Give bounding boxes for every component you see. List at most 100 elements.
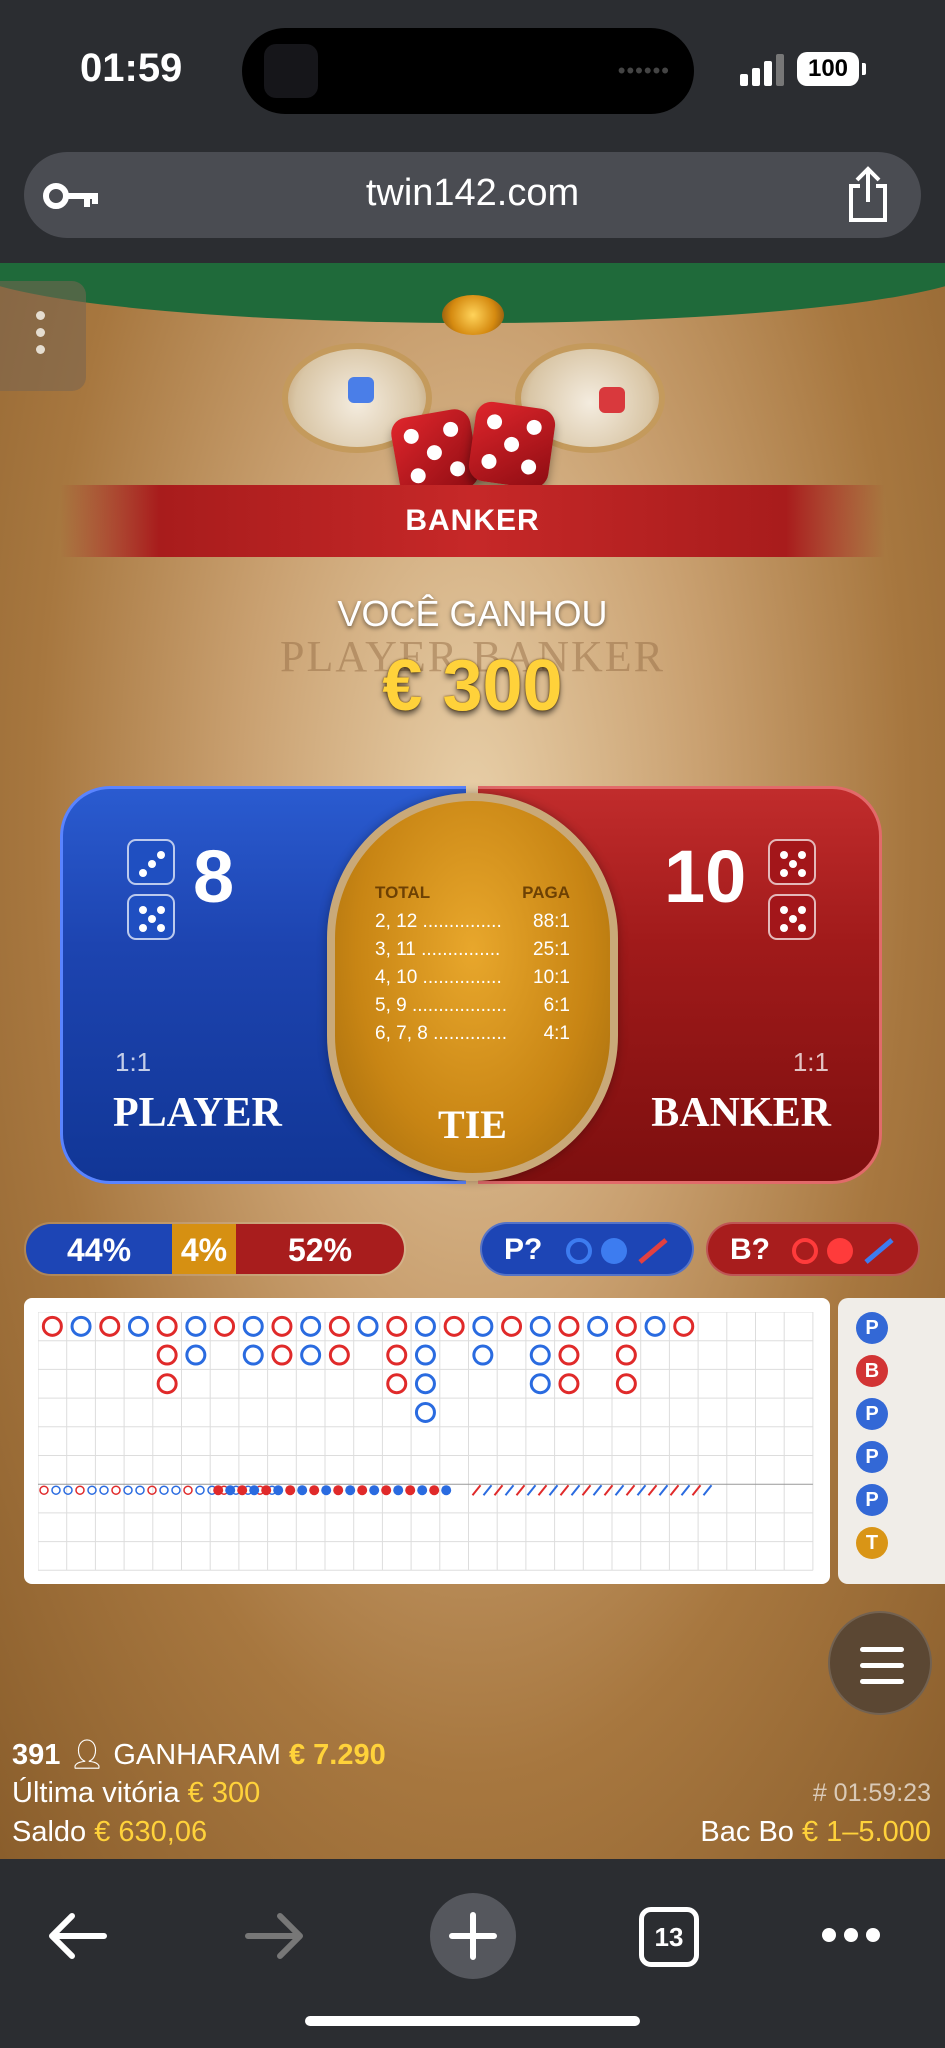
player-odds: 1:1 bbox=[115, 1047, 152, 1077]
more-vertical-icon[interactable] bbox=[36, 311, 46, 362]
tabs-button[interactable]: 13 bbox=[639, 1907, 699, 1967]
address-bar[interactable]: twin142.com bbox=[24, 152, 921, 238]
roadmap-mark bbox=[615, 1373, 637, 1395]
banker-score: 10 bbox=[664, 835, 747, 918]
dealer-lamp-icon bbox=[442, 295, 504, 335]
outcome-stats-bar: 44% 4% 52% bbox=[24, 1222, 406, 1276]
roadmap-mark bbox=[309, 1485, 320, 1496]
roadmap-mark bbox=[51, 1485, 61, 1495]
roadmap-mark bbox=[504, 1484, 515, 1496]
roadmap-mark bbox=[273, 1485, 284, 1496]
plus-icon bbox=[449, 1912, 497, 1960]
status-time: 01:59 bbox=[80, 46, 183, 90]
roadmap-mark bbox=[515, 1484, 526, 1496]
roadmap-mark bbox=[99, 1315, 121, 1337]
roadmap-mark bbox=[70, 1315, 92, 1337]
camera-icon bbox=[264, 44, 318, 98]
bead-road-item: B bbox=[856, 1355, 888, 1387]
roadmap-mark bbox=[548, 1484, 559, 1496]
roadmap-mark bbox=[603, 1484, 614, 1496]
roadmap-mark bbox=[501, 1315, 523, 1337]
tie-row-total: 3, 11 ............... bbox=[375, 939, 501, 960]
roadmap-mark bbox=[75, 1485, 85, 1495]
roadmap-mark bbox=[570, 1484, 581, 1496]
red-die-right-icon bbox=[466, 399, 558, 491]
roadmap-mark bbox=[87, 1485, 97, 1495]
bead-road-item: T bbox=[856, 1527, 888, 1559]
prediction-symbols-icon bbox=[792, 1238, 894, 1264]
roadmap-mark bbox=[285, 1485, 296, 1496]
tie-bet-area[interactable]: TOTAL PAGA 2, 12 ............... 88:1 3, … bbox=[327, 793, 618, 1181]
menu-button[interactable] bbox=[828, 1611, 932, 1715]
roadmap-mark bbox=[159, 1485, 169, 1495]
roadmap-mark bbox=[393, 1485, 404, 1496]
more-options-icon[interactable] bbox=[820, 1923, 882, 1947]
winners-label: GANHARAM bbox=[113, 1739, 281, 1771]
roadmap-mark bbox=[680, 1484, 691, 1496]
roadmap-mark bbox=[99, 1485, 109, 1495]
player-prediction-button[interactable]: P? bbox=[480, 1222, 694, 1276]
tie-label: TIE bbox=[438, 1102, 507, 1147]
side-menu-button[interactable] bbox=[0, 281, 86, 391]
tie-row: 3, 11 ............... 25:1 bbox=[375, 939, 570, 961]
roadmap-mark bbox=[414, 1401, 436, 1423]
browser-address-area: twin142.com bbox=[0, 140, 945, 263]
prediction-symbols-icon bbox=[566, 1238, 668, 1264]
forward-arrow-icon[interactable] bbox=[244, 1911, 306, 1961]
roadmap-mark bbox=[414, 1344, 436, 1366]
roadmap-mark bbox=[559, 1484, 570, 1496]
banker-prediction-button[interactable]: B? bbox=[706, 1222, 920, 1276]
win-title: VOCÊ GANHOU bbox=[337, 593, 608, 634]
roadmap-mark bbox=[214, 1315, 236, 1337]
back-arrow-icon[interactable] bbox=[46, 1911, 108, 1961]
player-percent: 44% bbox=[26, 1224, 172, 1274]
scoreboard-roadmap[interactable] bbox=[24, 1298, 830, 1584]
roadmap-mark bbox=[414, 1315, 436, 1337]
tie-row-total: 6, 7, 8 .............. bbox=[375, 1023, 507, 1044]
bead-road[interactable]: PBPPPT bbox=[838, 1298, 945, 1584]
roadmap-mark bbox=[381, 1485, 392, 1496]
island-dots-icon: •••••• bbox=[617, 58, 670, 83]
new-tab-button[interactable] bbox=[430, 1893, 516, 1979]
tie-row-total: 2, 12 ............... bbox=[375, 911, 502, 932]
roadmap-mark bbox=[328, 1315, 350, 1337]
roadmap-mark bbox=[369, 1485, 380, 1496]
signal-icon bbox=[740, 54, 784, 86]
tie-header-total: TOTAL bbox=[375, 883, 431, 902]
roadmap-mark bbox=[482, 1484, 493, 1496]
roadmap-mark bbox=[156, 1315, 178, 1337]
banker-prediction-label: B? bbox=[730, 1233, 770, 1266]
roadmap-mark bbox=[658, 1484, 669, 1496]
game-name: Bac Bo bbox=[700, 1816, 794, 1848]
roadmap-mark bbox=[39, 1485, 49, 1495]
tie-row-total: 5, 9 .................. bbox=[375, 995, 507, 1016]
game-limits-info[interactable]: Bac Bo € 1–5.000 bbox=[700, 1816, 931, 1849]
roadmap-mark bbox=[636, 1484, 647, 1496]
tie-header-pays: PAGA bbox=[522, 883, 570, 902]
user-icon: 👤︎ bbox=[68, 1739, 106, 1771]
roadmap-mark bbox=[333, 1485, 344, 1496]
winners-count: 391 bbox=[12, 1739, 61, 1771]
roadmap-mark bbox=[702, 1484, 713, 1496]
tie-row: 6, 7, 8 .............. 4:1 bbox=[375, 1023, 570, 1045]
roadmap-mark bbox=[472, 1315, 494, 1337]
roadmap-mark bbox=[386, 1315, 408, 1337]
roadmap-mark bbox=[249, 1485, 260, 1496]
share-icon[interactable] bbox=[843, 166, 893, 224]
tie-row-pays: 6:1 bbox=[543, 995, 570, 1016]
roadmap-mark bbox=[171, 1485, 181, 1495]
player-prediction-label: P? bbox=[504, 1233, 543, 1266]
roadmap-mark bbox=[357, 1485, 368, 1496]
winners-info: 391 👤︎ GANHARAM € 7.290 bbox=[12, 1738, 386, 1772]
url-text[interactable]: twin142.com bbox=[24, 172, 921, 215]
banker-die-2-icon bbox=[768, 894, 816, 940]
roadmap-mark bbox=[135, 1485, 145, 1495]
roadmap-mark bbox=[615, 1315, 637, 1337]
red-die-icon bbox=[599, 387, 625, 413]
roadmap-mark bbox=[183, 1485, 193, 1495]
bead-road-item: P bbox=[856, 1398, 888, 1430]
roadmap-mark bbox=[261, 1485, 272, 1496]
roadmap-mark bbox=[195, 1485, 205, 1495]
roadmap-mark bbox=[614, 1484, 625, 1496]
roadmap-mark bbox=[647, 1484, 658, 1496]
